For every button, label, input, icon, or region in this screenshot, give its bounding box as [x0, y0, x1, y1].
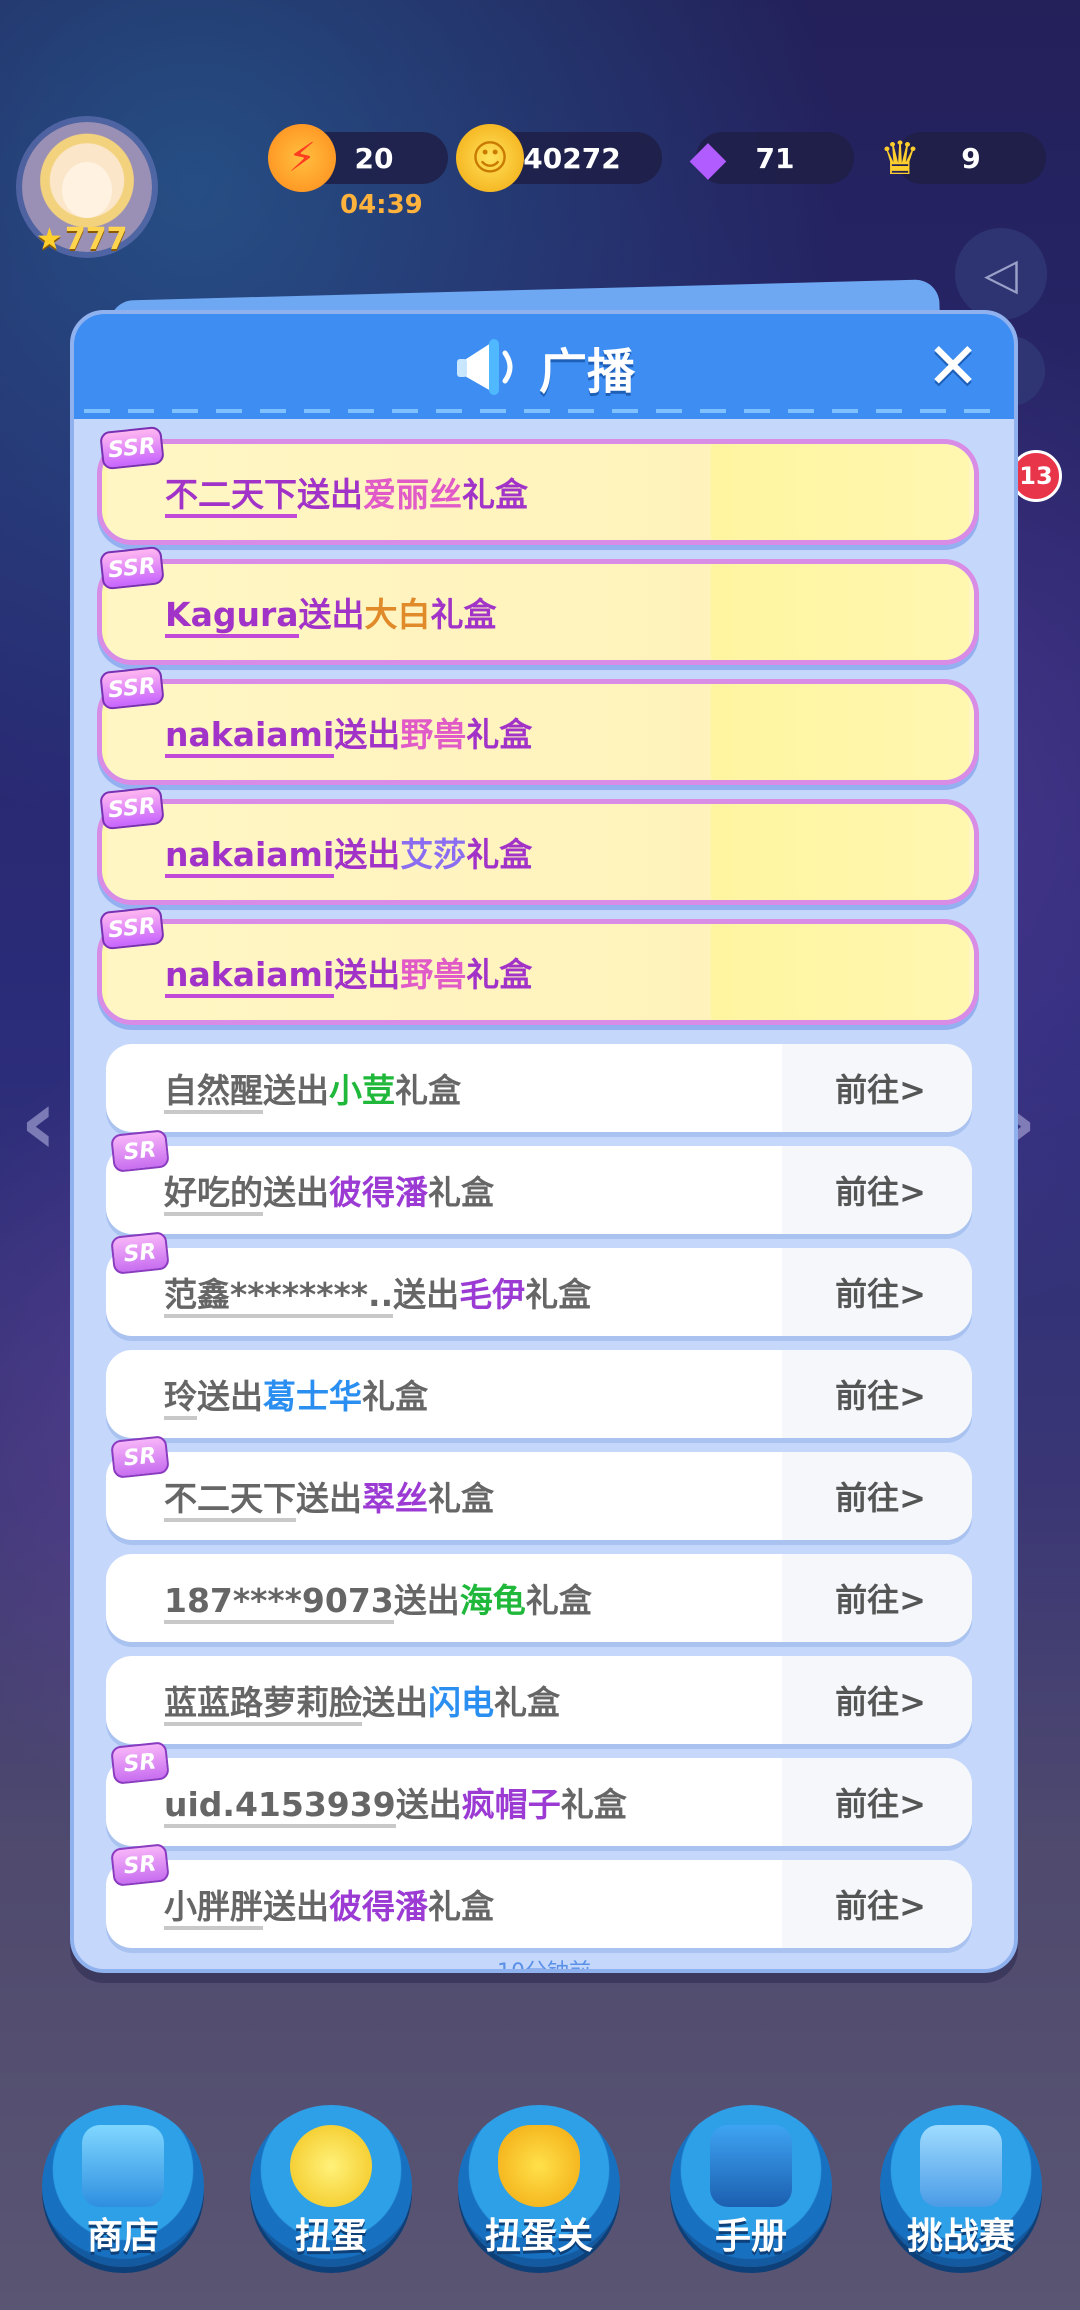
list-item: SSR nakaiami送出野兽礼盒	[99, 665, 974, 780]
goto-link[interactable]: 前往>	[835, 1167, 926, 1213]
nav-shop-button[interactable]: 商店	[42, 2105, 204, 2267]
energy-timer: 04:39	[340, 190, 423, 220]
crown-icon: ♛	[879, 131, 921, 185]
list-item: SSR Kagura送出大白礼盒	[99, 545, 974, 660]
broadcast-text: 不二天下送出翠丝礼盒	[164, 1472, 494, 1522]
coin-value: 40272	[523, 141, 621, 175]
broadcast-modal: 广播 ✕ SSR 不二天下送出爱丽丝礼盒 SSR Kagura送出大白礼盒 SS…	[70, 310, 1018, 1973]
megaphone-icon	[453, 331, 525, 403]
lightning-icon: ⚡	[268, 124, 336, 192]
broadcast-text: 自然醒送出小荳礼盒	[164, 1064, 461, 1114]
sr-badge: SR	[110, 1435, 170, 1479]
avatar-face	[62, 162, 112, 218]
list-item: SR 范鑫********..送出毛伊礼盒 前往>	[106, 1231, 972, 1336]
crown-value: 9	[961, 141, 981, 175]
speaker-icon: ◁	[984, 248, 1018, 300]
goto-link[interactable]: 前往>	[835, 1065, 926, 1111]
coin-icon: ☺	[456, 124, 524, 192]
gacha-icon	[290, 2125, 372, 2207]
list-item: 自然醒送出小荳礼盒 前往>	[106, 1044, 972, 1132]
broadcast-text: 玲送出葛士华礼盒	[164, 1370, 428, 1420]
list-item: SR 小胖胖送出彼得潘礼盒 前往>	[106, 1843, 972, 1948]
nav-gacha-level-button[interactable]: 扭蛋关	[458, 2105, 620, 2267]
list-item: SSR 不二天下送出爱丽丝礼盒	[99, 425, 974, 540]
goto-link[interactable]: 前往>	[835, 1269, 926, 1315]
nav-handbook-label: 手册	[714, 2216, 787, 2257]
broadcast-text: uid.4153939送出疯帽子礼盒	[164, 1778, 627, 1828]
nav-shop-label: 商店	[86, 2216, 159, 2257]
nav-challenge-button[interactable]: 挑战赛	[880, 2105, 1042, 2267]
nav-gacha-level-label: 扭蛋关	[484, 2216, 593, 2257]
star-icon: ★	[36, 222, 63, 257]
nav-gacha-button[interactable]: 扭蛋	[250, 2105, 412, 2267]
ssr-badge: SSR	[99, 785, 165, 831]
broadcast-text: nakaiami送出野兽礼盒	[165, 708, 532, 758]
goto-link[interactable]: 前往>	[835, 1473, 926, 1519]
broadcast-text: 187****9073送出海龟礼盒	[164, 1574, 592, 1624]
modal-header: 广播 ✕	[74, 314, 1014, 419]
broadcast-text: nakaiami送出艾莎礼盒	[165, 828, 532, 878]
goto-link[interactable]: 前往>	[835, 1779, 926, 1825]
sr-badge: SR	[110, 1843, 170, 1887]
list-item: 187****9073送出海龟礼盒 前往>	[106, 1554, 972, 1642]
sr-badge: SR	[110, 1231, 170, 1275]
crown-icon	[920, 2125, 1002, 2207]
handbook-icon	[710, 2125, 792, 2207]
nav-challenge-label: 挑战赛	[906, 2216, 1015, 2257]
list-item: SR 不二天下送出翠丝礼盒 前往>	[106, 1435, 972, 1540]
list-item: SSR nakaiami送出艾莎礼盒	[99, 785, 974, 900]
goto-link[interactable]: 前往>	[835, 1677, 926, 1723]
ssr-badge: SSR	[99, 905, 165, 951]
broadcast-text: nakaiami送出野兽礼盒	[165, 948, 532, 998]
nav-handbook-button[interactable]: 手册	[670, 2105, 832, 2267]
sr-badge: SR	[110, 1129, 170, 1173]
list-item: SR uid.4153939送出疯帽子礼盒 前往>	[106, 1741, 972, 1846]
goto-link[interactable]: 前往>	[835, 1881, 926, 1927]
close-button[interactable]: ✕	[918, 332, 988, 402]
list-item: 玲送出葛士华礼盒 前往>	[106, 1350, 972, 1438]
list-item: SSR nakaiami送出野兽礼盒	[99, 905, 974, 1020]
broadcast-text: 蓝蓝路萝莉脸送出闪电礼盒	[164, 1676, 560, 1726]
broadcast-text: Kagura送出大白礼盒	[165, 588, 497, 638]
player-level: ★777	[36, 222, 128, 257]
modal-title: 广播	[538, 343, 635, 400]
broadcast-text: 小胖胖送出彼得潘礼盒	[164, 1880, 494, 1930]
ssr-badge: SSR	[99, 545, 165, 591]
ssr-badge: SSR	[99, 665, 165, 711]
broadcast-text: 不二天下送出爱丽丝礼盒	[165, 468, 528, 518]
shop-icon	[82, 2125, 164, 2207]
gacha-level-icon	[498, 2125, 580, 2207]
goto-link[interactable]: 前往>	[835, 1371, 926, 1417]
timestamp-peek: 10分钟前	[497, 1960, 591, 1973]
energy-value: 20	[354, 141, 394, 175]
broadcast-text: 好吃的送出彼得潘礼盒	[164, 1166, 494, 1216]
ssr-badge: SSR	[99, 425, 165, 471]
nav-gacha-label: 扭蛋	[294, 2216, 367, 2257]
broadcast-side-button[interactable]: ◁	[955, 228, 1047, 320]
sr-badge: SR	[110, 1741, 170, 1785]
gem-icon: ◆	[689, 130, 727, 186]
goto-link[interactable]: 前往>	[835, 1575, 926, 1621]
gem-value: 71	[755, 141, 795, 175]
broadcast-text: 范鑫********..送出毛伊礼盒	[164, 1268, 591, 1318]
list-item: 蓝蓝路萝莉脸送出闪电礼盒 前往>	[106, 1656, 972, 1744]
left-arrow-icon[interactable]: ‹	[20, 1070, 57, 1175]
list-item: SR 好吃的送出彼得潘礼盒 前往>	[106, 1129, 972, 1234]
